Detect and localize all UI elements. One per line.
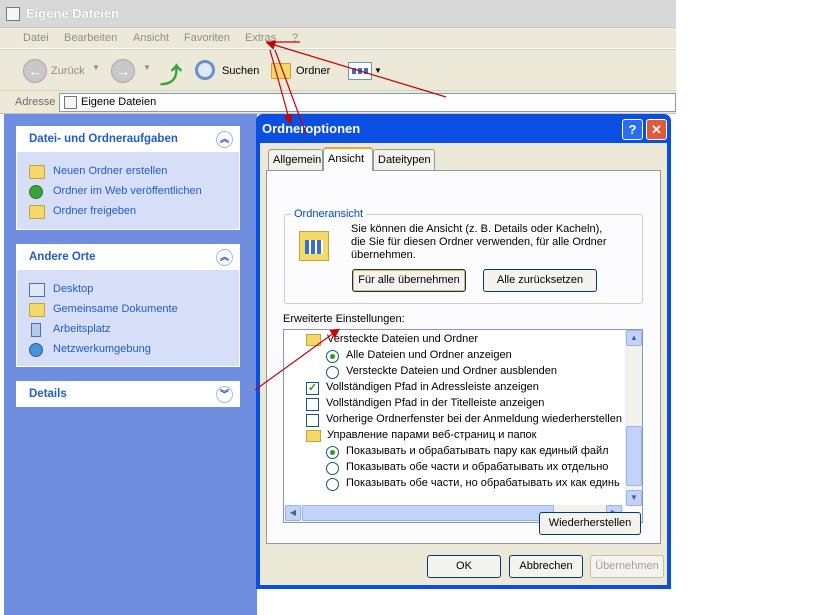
annotation-arrow-to-show-all — [254, 328, 340, 391]
annotation-arrow-to-dialog — [269, 49, 293, 125]
annotation-arrow-to-dialog-2 — [274, 49, 307, 135]
annotation-arrow-to-extras — [265, 40, 447, 98]
annotation-arrows — [254, 40, 447, 391]
tab-ansicht[interactable]: Ansicht — [323, 147, 373, 171]
